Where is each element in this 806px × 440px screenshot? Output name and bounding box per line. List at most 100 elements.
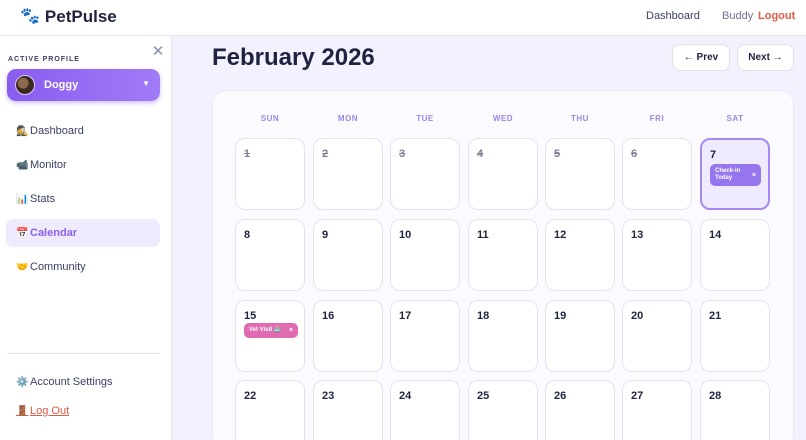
- sidebar-divider: [8, 353, 160, 354]
- event-chip-checkin[interactable]: Check-in Today ×: [710, 164, 761, 186]
- bar-chart-icon: 📊: [16, 193, 29, 205]
- day-cell[interactable]: 24: [390, 380, 460, 440]
- brand-name: PetPulse: [44, 7, 117, 26]
- day-cell[interactable]: 11: [468, 219, 538, 291]
- day-cell[interactable]: 19: [545, 300, 615, 372]
- sidebar-item-stats[interactable]: 📊 Stats: [6, 185, 160, 213]
- handshake-icon: 🤝: [16, 261, 29, 273]
- day-number: 25: [477, 390, 490, 402]
- day-cell[interactable]: 1: [235, 138, 305, 210]
- day-cell[interactable]: 26: [545, 380, 615, 440]
- day-cell[interactable]: 4: [468, 138, 538, 210]
- weekday-wed: WED: [492, 114, 514, 123]
- day-number: 12: [554, 229, 567, 241]
- day-cell[interactable]: 9: [313, 219, 383, 291]
- day-cell[interactable]: 28: [700, 380, 770, 440]
- sidebar-item-label: Stats: [30, 193, 56, 205]
- sidebar: ✕ ACTIVE PROFILE Doggy ▼ 🕵 Dashboard 📹 M…: [0, 36, 172, 440]
- logout-link[interactable]: Logout: [758, 9, 795, 23]
- day-cell[interactable]: 14: [700, 219, 770, 291]
- remove-event-icon[interactable]: ×: [752, 172, 756, 179]
- sidebar-item-label: Dashboard: [30, 125, 84, 137]
- page-title: February 2026: [212, 44, 375, 71]
- sidebar-item-log-out[interactable]: 🚪 Log Out: [6, 397, 160, 425]
- profile-selector[interactable]: Doggy ▼: [7, 69, 160, 101]
- day-number: 6: [631, 148, 638, 160]
- day-cell[interactable]: 6: [622, 138, 692, 210]
- day-number: 20: [631, 310, 644, 322]
- day-cell[interactable]: 3: [390, 138, 460, 210]
- door-icon: 🚪: [16, 405, 29, 417]
- day-number: 3: [399, 148, 406, 160]
- top-bar: 🐾 PetPulse Dashboard Buddy Logout: [0, 0, 806, 36]
- event-label: Check-in Today: [715, 168, 741, 181]
- day-number: 21: [709, 310, 722, 322]
- profile-name: Doggy: [44, 79, 79, 91]
- day-cell[interactable]: 23: [313, 380, 383, 440]
- next-month-button[interactable]: Next →: [737, 44, 794, 71]
- sidebar-item-label: Calendar: [30, 227, 78, 239]
- day-number: 27: [631, 390, 644, 402]
- weekday-tue: TUE: [416, 114, 434, 123]
- day-cell[interactable]: 10: [390, 219, 460, 291]
- day-number: 5: [554, 148, 561, 160]
- day-number: 10: [399, 229, 412, 241]
- close-icon[interactable]: ✕: [150, 44, 166, 60]
- weekday-thu: THU: [571, 114, 589, 123]
- day-number: 1: [244, 148, 251, 160]
- sidebar-item-calendar[interactable]: 📅 Calendar: [6, 219, 160, 247]
- day-number: 22: [244, 390, 257, 402]
- prev-month-button[interactable]: ← Prev: [672, 44, 730, 71]
- sidebar-item-dashboard[interactable]: 🕵 Dashboard: [6, 117, 160, 145]
- weekday-sat: SAT: [726, 114, 744, 123]
- sidebar-item-label: Community: [30, 261, 86, 273]
- sidebar-item-community[interactable]: 🤝 Community: [6, 253, 160, 281]
- day-cell[interactable]: 13: [622, 219, 692, 291]
- day-cell[interactable]: 16: [313, 300, 383, 372]
- sidebar-item-label: Log Out: [30, 405, 70, 417]
- day-number: 11: [477, 229, 489, 241]
- day-number: 13: [631, 229, 644, 241]
- gear-icon: ⚙️: [16, 376, 29, 388]
- day-cell[interactable]: 15 Vet Visit 🏥 ×: [235, 300, 305, 372]
- day-cell[interactable]: 2: [313, 138, 383, 210]
- sidebar-item-account-settings[interactable]: ⚙️ Account Settings: [6, 368, 160, 396]
- day-cell[interactable]: 21: [700, 300, 770, 372]
- sidebar-item-label: Account Settings: [30, 376, 113, 388]
- day-number: 14: [709, 229, 722, 241]
- sidebar-item-monitor[interactable]: 📹 Monitor: [6, 151, 160, 179]
- event-chip-vet-visit[interactable]: Vet Visit 🏥 ×: [244, 323, 298, 338]
- day-cell[interactable]: 17: [390, 300, 460, 372]
- day-number: 16: [322, 310, 335, 322]
- day-number: 24: [399, 390, 412, 402]
- camera-icon: 📹: [16, 159, 29, 171]
- day-cell[interactable]: 27: [622, 380, 692, 440]
- nav-dashboard-link[interactable]: Dashboard: [646, 9, 700, 23]
- day-cell[interactable]: 22: [235, 380, 305, 440]
- day-cell[interactable]: 12: [545, 219, 615, 291]
- day-number: 2: [322, 148, 329, 160]
- weekday-fri: FRI: [649, 114, 665, 123]
- day-cell[interactable]: 18: [468, 300, 538, 372]
- day-number: 19: [554, 310, 567, 322]
- day-number: 23: [322, 390, 335, 402]
- day-cell[interactable]: 5: [545, 138, 615, 210]
- day-number: 15: [244, 310, 257, 322]
- day-number: 8: [244, 229, 251, 241]
- weekday-sun: SUN: [260, 114, 280, 123]
- day-cell-today[interactable]: 7 Check-in Today ×: [700, 138, 770, 210]
- remove-event-icon[interactable]: ×: [289, 327, 293, 334]
- paw-icon: 🐾: [20, 8, 40, 25]
- day-cell[interactable]: 25: [468, 380, 538, 440]
- day-cell[interactable]: 20: [622, 300, 692, 372]
- detective-icon: 🕵: [16, 125, 29, 137]
- brand-logo[interactable]: 🐾 PetPulse: [20, 6, 117, 28]
- day-number: 9: [322, 229, 329, 241]
- day-cell[interactable]: 8: [235, 219, 305, 291]
- day-number: 26: [554, 390, 567, 402]
- avatar: [15, 75, 35, 95]
- calendar-icon: 📅: [16, 227, 29, 239]
- day-number: 18: [477, 310, 490, 322]
- day-number: 28: [709, 390, 722, 402]
- day-number: 17: [399, 310, 412, 322]
